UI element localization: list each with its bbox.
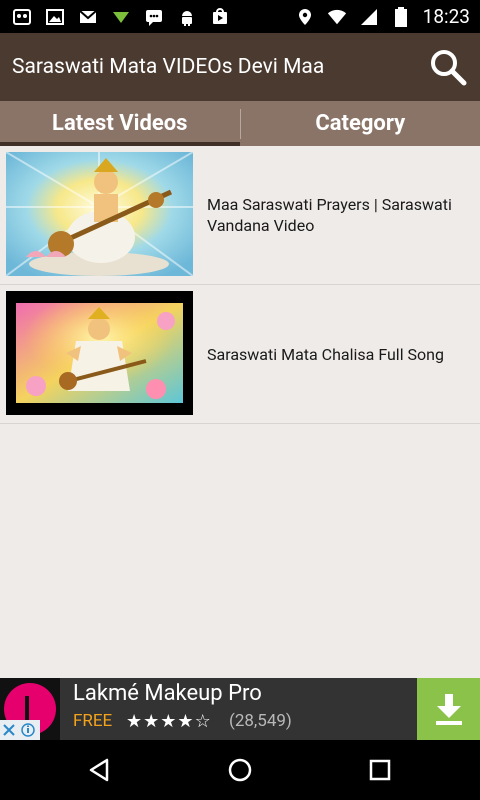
app-bar: Saraswati Mata VIDEOs Devi Maa: [0, 33, 480, 101]
video-thumbnail[interactable]: [6, 152, 193, 276]
location-icon: [295, 7, 315, 27]
back-icon: [89, 758, 109, 782]
navigation-bar: [0, 740, 480, 800]
status-time: 18:23: [422, 5, 470, 28]
list-item[interactable]: Saraswati Mata Chalisa Full Song: [0, 285, 480, 424]
video-title: Maa Saraswati Prayers | Saraswati Vandan…: [207, 195, 452, 235]
ad-download-button[interactable]: [417, 678, 480, 740]
play-store-icon: [210, 7, 230, 27]
recents-button[interactable]: [365, 755, 395, 785]
download-icon: [435, 694, 462, 725]
ad-price: FREE: [73, 711, 113, 731]
ad-review-count: (28,549): [229, 711, 292, 731]
tab-category[interactable]: Category: [241, 101, 480, 146]
home-icon: [228, 758, 252, 782]
ad-banner[interactable]: Lakmé Makeup Pro FREE ★ ★ ★ ★ ☆ (28,549): [0, 678, 480, 740]
home-button[interactable]: [225, 755, 255, 785]
wifi-icon: [327, 7, 347, 27]
star-icon: ★: [160, 710, 177, 732]
back-button[interactable]: [85, 755, 115, 785]
tab-label: Category: [315, 111, 406, 136]
notification-icon: [12, 7, 32, 27]
video-list: Maa Saraswati Prayers | Saraswati Vandan…: [0, 146, 480, 424]
battery-icon: [391, 6, 411, 27]
video-thumbnail[interactable]: [6, 291, 193, 415]
star-icon: ★: [143, 710, 160, 732]
gmail-icon: [78, 7, 98, 27]
star-half-icon: ☆: [194, 710, 211, 732]
image-icon: [45, 7, 65, 27]
android-icon: [177, 7, 197, 27]
list-item[interactable]: Maa Saraswati Prayers | Saraswati Vandan…: [0, 146, 480, 285]
status-bar: 18:23: [0, 0, 480, 33]
ad-rating-stars: ★ ★ ★ ★ ☆: [126, 708, 211, 734]
chat-icon: [144, 7, 164, 27]
signal-app-icon: [111, 7, 131, 27]
signal-icon: [359, 7, 379, 27]
star-icon: ★: [126, 710, 143, 732]
tab-latest-videos[interactable]: Latest Videos: [0, 101, 240, 146]
tab-label: Latest Videos: [52, 111, 188, 136]
star-icon: ★: [177, 710, 194, 732]
recents-icon: [369, 759, 391, 781]
tab-bar: Latest Videos Category: [0, 101, 480, 146]
ad-app-name: Lakmé Makeup Pro: [73, 681, 262, 706]
search-button[interactable]: [428, 47, 468, 87]
search-icon: [431, 50, 467, 86]
video-title: Saraswati Mata Chalisa Full Song: [207, 344, 444, 364]
page-title: Saraswati Mata VIDEOs Devi Maa: [12, 55, 325, 79]
